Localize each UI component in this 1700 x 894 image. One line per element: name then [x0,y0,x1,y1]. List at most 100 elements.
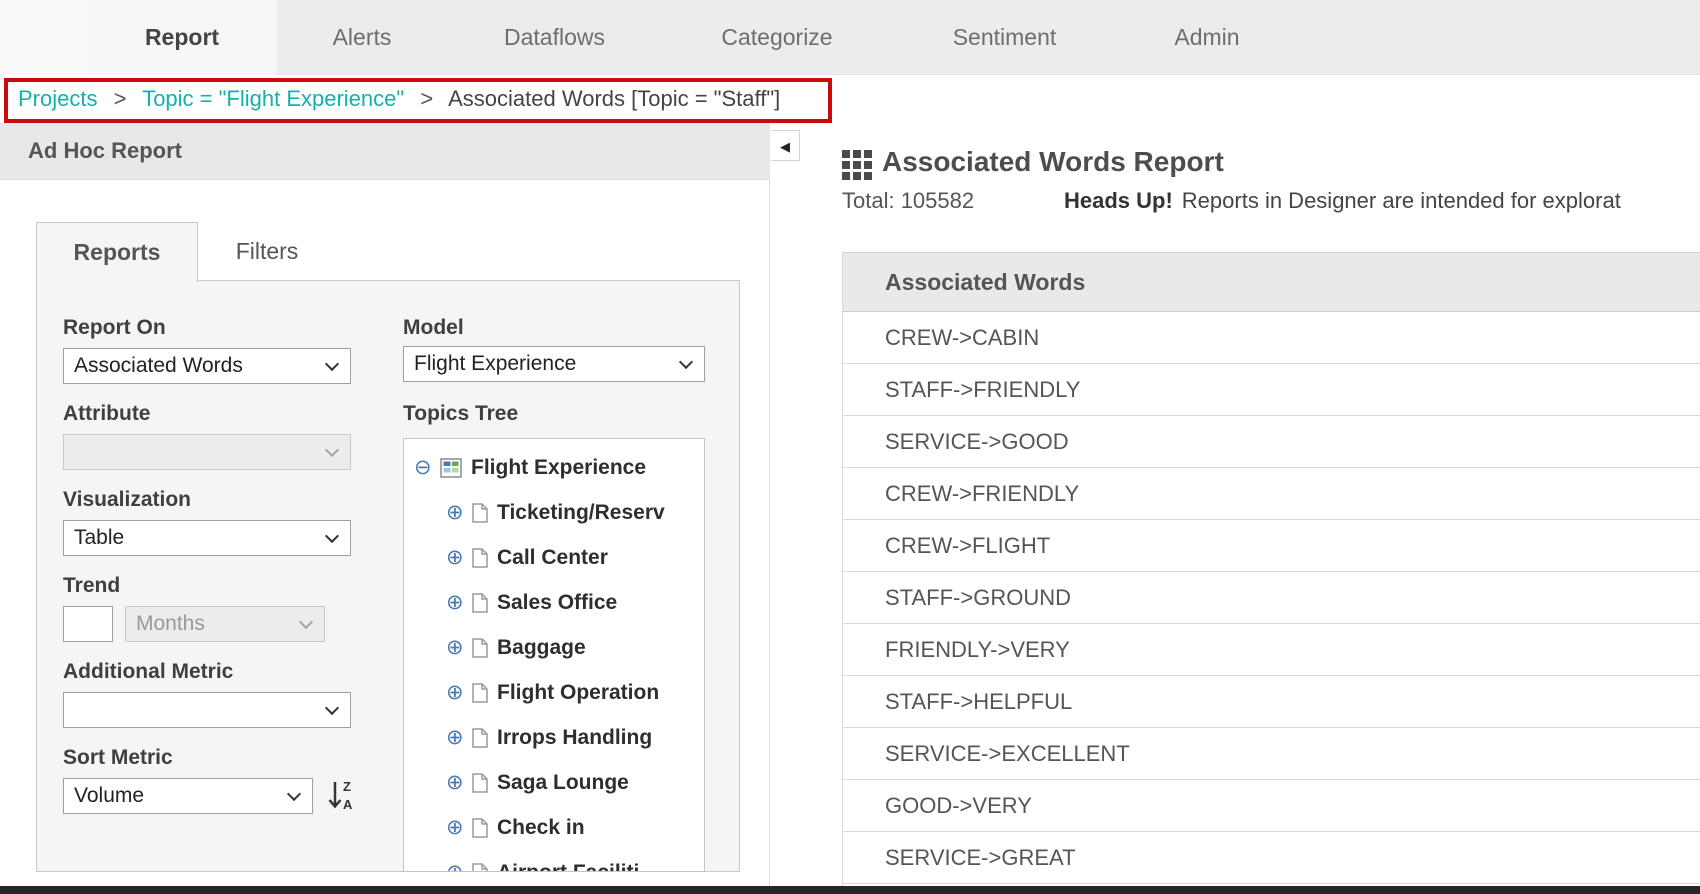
topics-tree-label: Topics Tree [403,402,518,426]
tree-node[interactable]: ⊕ Ticketing/Reserv [404,490,704,535]
tab-dataflows[interactable]: Dataflows [447,0,662,75]
additional-metric-select[interactable] [63,692,351,728]
trend-label: Trend [63,574,120,598]
associated-words-table: Associated Words CREW->CABINSTAFF->FRIEN… [842,252,1700,894]
expand-node-icon[interactable]: ⊕ [446,727,472,749]
tab-alerts[interactable]: Alerts [277,0,447,75]
breadcrumb-current: Associated Words [Topic = "Staff"] [448,86,780,111]
model-label: Model [403,316,464,340]
tree-node-label: Check in [497,816,585,840]
topics-tree-children: ⊕ Ticketing/Reserv ⊕ Call Center ⊕Sales Offi… [404,490,704,872]
document-icon [472,683,488,703]
expand-node-icon[interactable]: ⊕ [446,547,472,569]
expand-node-icon[interactable]: ⊕ [446,592,472,614]
trend-period-select: Months [125,606,325,642]
expand-node-icon[interactable]: ⊕ [446,862,472,873]
chevron-down-icon [325,701,339,715]
tree-node-label: Baggage [497,636,586,660]
tree-node[interactable]: ⊕ Call Center [404,535,704,580]
model-select[interactable]: Flight Experience [403,346,705,382]
chevron-down-icon [325,529,339,543]
table-row[interactable]: STAFF->HELPFUL [843,676,1700,728]
expand-node-icon[interactable]: ⊕ [446,772,472,794]
bottom-edge-bar [0,886,1700,894]
chevron-down-icon [325,443,339,457]
table-row[interactable]: CREW->FRIENDLY [843,468,1700,520]
breadcrumb-separator: > [114,86,127,111]
grid-icon [842,150,872,185]
sort-order-icon[interactable]: Z A [327,776,357,819]
table-row[interactable]: CREW->FLIGHT [843,520,1700,572]
expand-node-icon[interactable]: ⊕ [446,817,472,839]
tree-node[interactable]: ⊕ Irrops Handling [404,715,704,760]
breadcrumb-separator: > [420,86,433,111]
table-row[interactable]: CREW->CABIN [843,312,1700,364]
collapse-panel-button[interactable]: ◀ [771,130,800,161]
tree-node[interactable]: ⊕ Baggage [404,625,704,670]
breadcrumb: Projects > Topic = "Flight Experience" >… [0,75,1700,123]
tree-node-label: Airport Faciliti [497,861,639,873]
visualization-value: Table [74,526,124,549]
table-row[interactable]: STAFF->GROUND [843,572,1700,624]
tab-report[interactable]: Report [87,0,277,75]
tree-node-label: Flight Operation [497,681,659,705]
breadcrumb-topic-link[interactable]: Topic = "Flight Experience" [142,86,404,111]
trend-input[interactable] [63,606,113,642]
collapse-node-icon[interactable]: ⊖ [414,457,440,479]
visualization-select[interactable]: Table [63,520,351,556]
tree-node[interactable]: ⊕ Flight Operation [404,670,704,715]
topics-tree: ⊖ Flight Experience ⊕ Ticketing/Reserv ⊕ Ca… [403,438,705,872]
tree-node[interactable]: ⊕Sales Office [404,580,704,625]
table-row[interactable]: FRIENDLY->VERY [843,624,1700,676]
tree-root-node[interactable]: ⊖ Flight Experience [404,445,704,490]
table-row[interactable]: SERVICE->GREAT [843,832,1700,884]
tab-reports[interactable]: Reports [36,222,198,282]
tree-node-label: Saga Lounge [497,771,629,795]
model-value: Flight Experience [414,352,576,375]
report-on-value: Associated Words [74,354,243,377]
svg-text:A: A [343,797,353,812]
tree-node-label: Call Center [497,546,608,570]
chevron-down-icon [287,787,301,801]
column-header-associated-words[interactable]: Associated Words [843,253,1700,312]
document-icon [472,548,488,568]
document-icon [472,773,488,793]
table-row[interactable]: SERVICE->EXCELLENT [843,728,1700,780]
tree-node[interactable]: ⊕ Check in [404,805,704,850]
tree-node[interactable]: ⊕ Saga Lounge [404,760,704,805]
table-row[interactable]: STAFF->FRIENDLY [843,364,1700,416]
tab-categorize[interactable]: Categorize [662,0,892,75]
notice-bold: Heads Up! [1064,188,1173,213]
total-count: Total: 105582 [842,188,974,214]
tab-sentiment[interactable]: Sentiment [892,0,1117,75]
attribute-label: Attribute [63,402,151,426]
heads-up-notice: Heads Up! Reports in Designer are intende… [1064,188,1700,214]
expand-node-icon[interactable]: ⊕ [446,637,472,659]
additional-metric-label: Additional Metric [63,660,233,684]
expand-node-icon[interactable]: ⊕ [446,682,472,704]
notice-text: Reports in Designer are intended for exp… [1182,188,1621,213]
breadcrumb-projects-link[interactable]: Projects [18,86,97,111]
tree-node-label: Irrops Handling [497,726,652,750]
document-icon [472,638,488,658]
navbar-left-spacer [0,0,87,75]
table-row[interactable]: GOOD->VERY [843,780,1700,832]
tree-node[interactable]: ⊕ Airport Faciliti [404,850,704,872]
tab-filters[interactable]: Filters [212,222,322,280]
tree-node-label: Ticketing/Reserv [497,501,665,525]
chevron-down-icon [299,615,313,629]
tab-admin[interactable]: Admin [1117,0,1297,75]
svg-text:Z: Z [343,779,351,794]
sort-metric-select[interactable]: Volume [63,778,313,814]
report-on-select[interactable]: Associated Words [63,348,351,384]
document-icon [472,818,488,838]
table-row[interactable]: SERVICE->GOOD [843,416,1700,468]
report-on-label: Report On [63,316,166,340]
app-root: ReportAlertsDataflowsCategorizeSentiment… [0,0,1700,894]
sort-metric-value: Volume [74,784,144,807]
nav-tabs: ReportAlertsDataflowsCategorizeSentiment… [87,0,1297,75]
chevron-down-icon [679,355,693,369]
tree-root-label: Flight Experience [471,456,646,480]
sort-metric-label: Sort Metric [63,746,173,770]
expand-node-icon[interactable]: ⊕ [446,502,472,524]
